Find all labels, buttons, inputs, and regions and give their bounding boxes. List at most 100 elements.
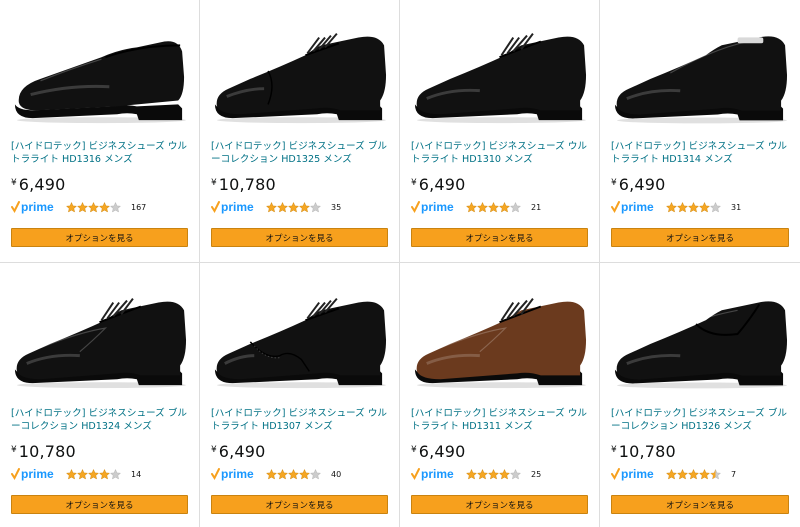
price-amount: 6,490 xyxy=(418,175,466,194)
product-title[interactable]: [ハイドロテック] ビジネスシューズ ブルーコレクション HD1326 メンズ xyxy=(611,407,789,433)
prime-badge-icon: prime xyxy=(611,200,665,214)
star-icon xyxy=(277,201,288,213)
product-meta: prime 25 xyxy=(411,466,588,482)
price-amount: 6,490 xyxy=(618,175,666,194)
star-icon xyxy=(77,201,88,213)
star-icon xyxy=(477,468,488,480)
product-title[interactable]: [ハイドロテック] ビジネスシューズ ブルーコレクション HD1324 メンズ xyxy=(11,407,188,433)
product-card: [ハイドロテック] ビジネスシューズ ウルトラライト HD1310 メンズ ¥ … xyxy=(400,0,600,263)
product-title[interactable]: [ハイドロテック] ビジネスシューズ ウルトラライト HD1316 メンズ xyxy=(11,140,188,166)
see-options-button[interactable]: オプションを見る xyxy=(411,228,588,247)
review-count[interactable]: 31 xyxy=(731,203,741,212)
star-rating[interactable] xyxy=(66,468,121,480)
see-options-button[interactable]: オプションを見る xyxy=(11,228,188,247)
star-icon xyxy=(277,468,288,480)
star-icon xyxy=(499,468,510,480)
review-count[interactable]: 7 xyxy=(731,470,736,479)
price-amount: 6,490 xyxy=(18,175,66,194)
review-count[interactable]: 25 xyxy=(531,470,541,479)
star-icon xyxy=(99,201,110,213)
star-rating[interactable] xyxy=(466,201,521,213)
product-image[interactable] xyxy=(411,0,588,137)
star-icon xyxy=(99,468,110,480)
product-grid: [ハイドロテック] ビジネスシューズ ウルトラライト HD1316 メンズ ¥ … xyxy=(0,0,800,527)
star-icon xyxy=(110,468,121,480)
product-card: [ハイドロテック] ビジネスシューズ ウルトラライト HD1307 メンズ ¥ … xyxy=(200,263,400,527)
product-meta: prime 21 xyxy=(411,199,588,215)
star-icon xyxy=(677,201,688,213)
see-options-button[interactable]: オプションを見る xyxy=(211,228,388,247)
star-icon xyxy=(477,201,488,213)
product-image[interactable] xyxy=(211,0,388,137)
prime-badge-icon: prime xyxy=(11,200,65,214)
svg-text:prime: prime xyxy=(621,200,654,214)
currency-symbol: ¥ xyxy=(11,178,17,188)
product-title[interactable]: [ハイドロテック] ビジネスシューズ ウルトラライト HD1307 メンズ xyxy=(211,407,388,433)
product-title[interactable]: [ハイドロテック] ビジネスシューズ ウルトラライト HD1314 メンズ xyxy=(611,140,789,166)
prime-badge-icon: prime xyxy=(411,467,465,481)
star-rating[interactable] xyxy=(666,201,721,213)
review-count[interactable]: 167 xyxy=(131,203,146,212)
svg-text:prime: prime xyxy=(421,200,454,214)
product-image[interactable] xyxy=(611,0,789,137)
star-icon xyxy=(710,468,721,480)
product-title[interactable]: [ハイドロテック] ビジネスシューズ ブルーコレクション HD1325 メンズ xyxy=(211,140,388,166)
star-rating[interactable] xyxy=(266,201,321,213)
star-icon xyxy=(710,201,721,213)
svg-text:prime: prime xyxy=(621,467,654,481)
star-icon xyxy=(677,468,688,480)
product-title[interactable]: [ハイドロテック] ビジネスシューズ ウルトラライト HD1310 メンズ xyxy=(411,140,588,166)
see-options-button[interactable]: オプションを見る xyxy=(211,495,388,514)
product-meta: prime 14 xyxy=(11,466,188,482)
review-count[interactable]: 21 xyxy=(531,203,541,212)
star-rating[interactable] xyxy=(666,468,721,480)
review-count[interactable]: 40 xyxy=(331,470,341,479)
product-image[interactable] xyxy=(411,263,588,404)
price-amount: 10,780 xyxy=(618,442,676,461)
product-image[interactable] xyxy=(611,263,789,404)
product-image[interactable] xyxy=(11,0,188,137)
star-icon xyxy=(88,468,99,480)
product-meta: prime 40 xyxy=(211,466,388,482)
review-count[interactable]: 14 xyxy=(131,470,141,479)
star-icon xyxy=(510,201,521,213)
product-image[interactable] xyxy=(211,263,388,404)
star-icon xyxy=(77,468,88,480)
product-title[interactable]: [ハイドロテック] ビジネスシューズ ウルトラライト HD1311 メンズ xyxy=(411,407,588,433)
cap-toe-oxford-shoe-icon xyxy=(214,32,387,123)
star-icon xyxy=(666,468,677,480)
product-price: ¥ 6,490 xyxy=(411,176,588,194)
star-rating[interactable] xyxy=(466,468,521,480)
plain-toe-derby-shoe-icon xyxy=(414,32,587,123)
see-options-button[interactable]: オプションを見る xyxy=(611,495,789,514)
star-icon xyxy=(466,468,477,480)
product-card: [ハイドロテック] ビジネスシューズ ブルーコレクション HD1326 メンズ … xyxy=(600,263,800,527)
price-amount: 10,780 xyxy=(218,175,276,194)
product-meta: prime 35 xyxy=(211,199,388,215)
star-rating[interactable] xyxy=(266,468,321,480)
see-options-button[interactable]: オプションを見る xyxy=(11,495,188,514)
product-card: [ハイドロテック] ビジネスシューズ ウルトラライト HD1311 メンズ ¥ … xyxy=(400,263,600,527)
currency-symbol: ¥ xyxy=(411,445,417,455)
product-card: [ハイドロテック] ビジネスシューズ ブルーコレクション HD1324 メンズ … xyxy=(0,263,200,527)
currency-symbol: ¥ xyxy=(611,445,617,455)
bit-slip-on-shoe-icon xyxy=(614,35,788,123)
currency-symbol: ¥ xyxy=(211,445,217,455)
product-price: ¥ 6,490 xyxy=(211,443,388,461)
product-price: ¥ 10,780 xyxy=(211,176,388,194)
product-image[interactable] xyxy=(11,263,188,404)
see-options-button[interactable]: オプションを見る xyxy=(611,228,789,247)
currency-symbol: ¥ xyxy=(411,178,417,188)
star-rating[interactable] xyxy=(66,201,121,213)
star-icon xyxy=(299,468,310,480)
review-count[interactable]: 35 xyxy=(331,203,341,212)
product-price: ¥ 6,490 xyxy=(411,443,588,461)
star-icon xyxy=(66,201,77,213)
prime-badge-icon: prime xyxy=(11,467,65,481)
price-amount: 10,780 xyxy=(18,442,76,461)
see-options-button[interactable]: オプションを見る xyxy=(411,495,588,514)
star-icon xyxy=(110,201,121,213)
price-amount: 6,490 xyxy=(218,442,266,461)
star-icon xyxy=(288,468,299,480)
product-price: ¥ 6,490 xyxy=(611,176,789,194)
